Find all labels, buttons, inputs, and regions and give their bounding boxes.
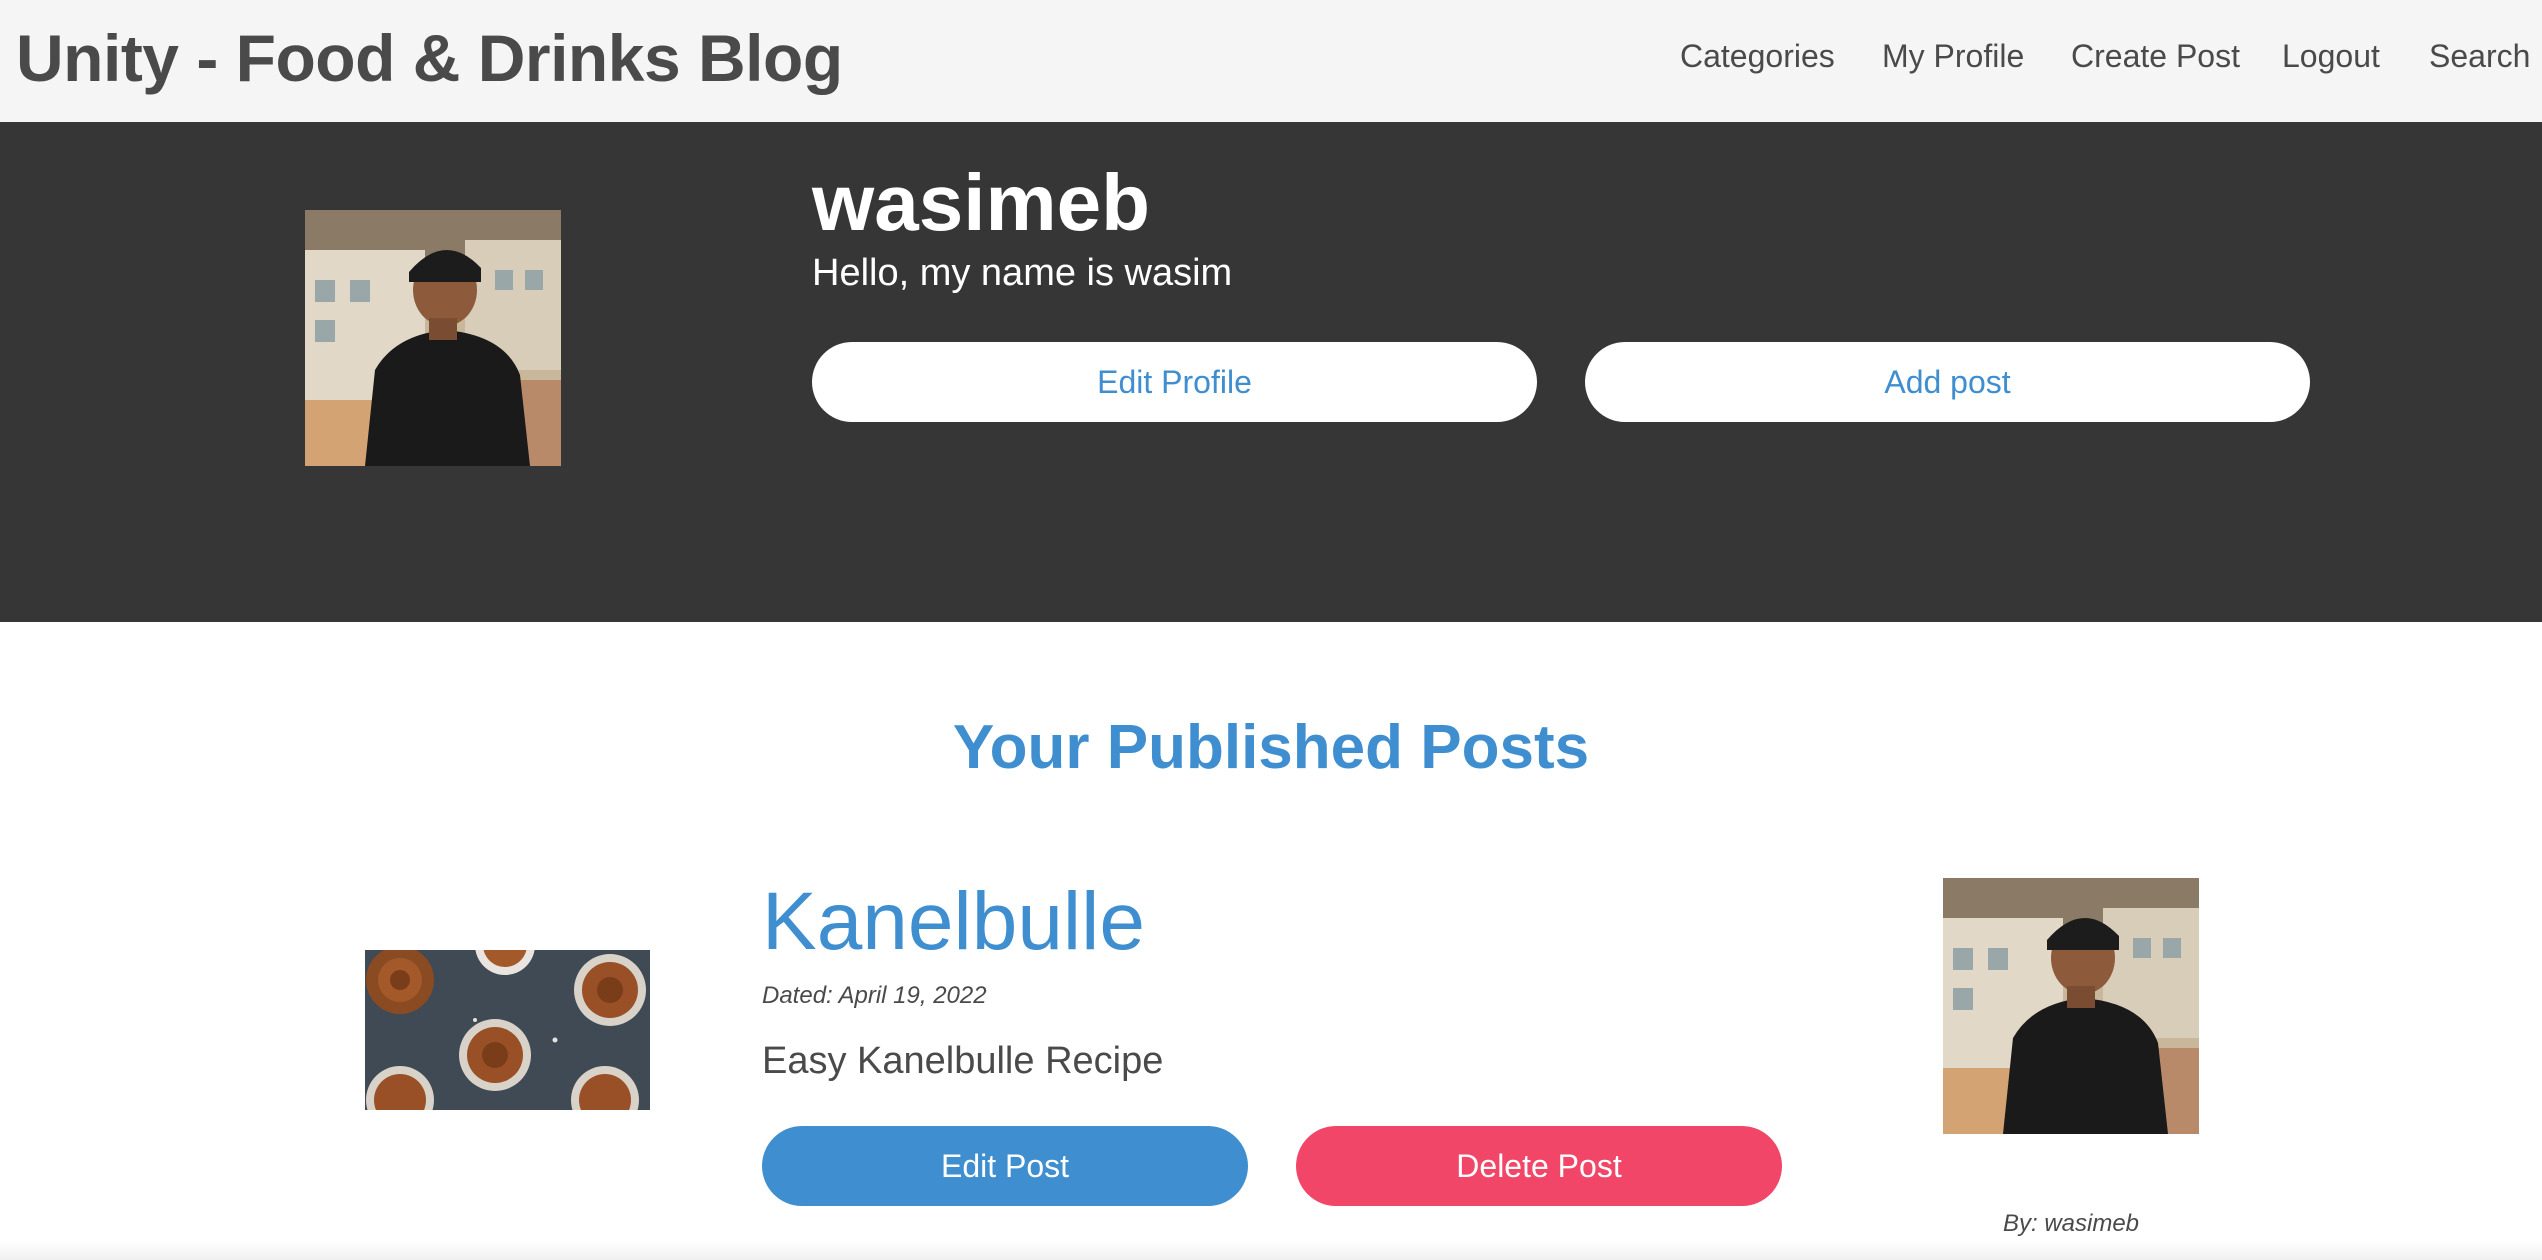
profile-username: wasimeb: [812, 158, 1150, 247]
nav-item-categories[interactable]: Categories: [1680, 38, 1835, 75]
profile-hero: wasimeb Hello, my name is wasim Edit Pro…: [0, 122, 2542, 622]
edit-profile-button[interactable]: Edit Profile: [812, 342, 1537, 422]
post-image[interactable]: [365, 915, 650, 1134]
section-title: Your Published Posts: [952, 713, 1590, 782]
profile-bio: Hello, my name is wasim: [812, 252, 1233, 294]
nav-item-create-post[interactable]: Create Post: [2071, 38, 2240, 75]
edit-post-button[interactable]: Edit Post: [762, 1126, 1248, 1206]
nav-item-search[interactable]: Search: [2429, 38, 2530, 75]
navbar: Unity - Food & Drinks Blog Categories My…: [0, 0, 2542, 122]
site-brand[interactable]: Unity - Food & Drinks Blog: [16, 20, 843, 96]
post-title[interactable]: Kanelbulle: [762, 875, 1145, 969]
add-post-button[interactable]: Add post: [1585, 342, 2310, 422]
profile-avatar: [305, 210, 561, 466]
post-date: Dated: April 19, 2022: [762, 982, 987, 1009]
nav-item-logout[interactable]: Logout: [2282, 38, 2380, 75]
post-description: Easy Kanelbulle Recipe: [762, 1040, 1164, 1082]
post-author-byline: By: wasimeb: [2002, 1210, 2140, 1237]
card-shadow: [0, 1240, 2542, 1260]
delete-post-button[interactable]: Delete Post: [1296, 1126, 1782, 1206]
nav-item-my-profile[interactable]: My Profile: [1882, 38, 2024, 75]
author-avatar: [1943, 878, 2199, 1134]
